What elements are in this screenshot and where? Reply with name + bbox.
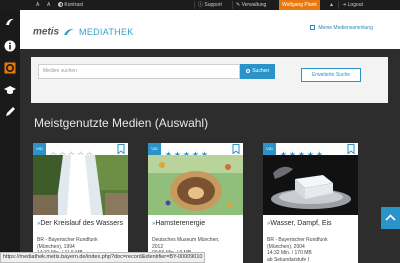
waterfall-image	[33, 155, 128, 215]
video-type-badge: VID	[148, 143, 161, 155]
video-type-badge: VID	[33, 143, 46, 155]
card-meta: BR - Bayerischer Rundfunk (München), 200…	[267, 237, 328, 263]
search-button[interactable]: Suchen	[240, 64, 275, 79]
top-bar: A A Kontrast ⓘ Support ✎ Verwaltung Wolf…	[0, 0, 400, 10]
info-icon: ⓘ	[198, 2, 204, 8]
user-menu[interactable]: Wolfgang Plank	[279, 0, 320, 10]
card-title[interactable]: »Hamsterenergie	[152, 220, 240, 228]
divider	[194, 1, 195, 9]
media-card[interactable]: VID ★ ★ ★ ★ ★ »Hamsterenergie Deutsches …	[148, 143, 243, 263]
font-smaller-button[interactable]: A	[36, 0, 39, 10]
logo-swoosh-icon	[63, 28, 74, 35]
media-card[interactable]: VID ☆☆☆☆☆ »Der Kreislauf des Wassers	[33, 143, 128, 263]
divider	[232, 1, 233, 9]
hamster-illustration	[148, 155, 243, 215]
card-title[interactable]: »Wasser, Dampf, Eis	[267, 220, 355, 228]
collection-icon	[310, 25, 315, 31]
my-collection-link[interactable]: Meine Mediensammlung	[310, 25, 373, 31]
chevron-up-icon	[385, 214, 396, 221]
video-type-badge: VID	[263, 143, 276, 155]
contrast-icon	[58, 2, 63, 8]
section-title: Meistgenutzte Medien (Auswahl)	[34, 116, 209, 130]
rating-stars[interactable]: ☆ ☆ ☆ ☆ ☆	[49, 144, 94, 159]
advanced-search-button[interactable]: Erweiterte Suche	[301, 68, 361, 82]
wrench-icon: ✎	[236, 2, 241, 8]
divider	[338, 1, 339, 9]
bookmark-icon[interactable]	[347, 144, 355, 154]
media-box-icon[interactable]	[4, 62, 16, 74]
info-icon[interactable]	[4, 40, 16, 52]
pen-icon[interactable]	[4, 106, 16, 118]
browser-status-bar: https://mediathek.metis.bayern.de/index.…	[0, 252, 206, 263]
logout-icon: ⇥	[342, 2, 347, 8]
card-header: VID ★ ★ ★ ★ ★	[148, 143, 243, 159]
main-content: metis MEDIATHEK Meine Mediensammlung Med…	[20, 10, 400, 263]
support-link[interactable]: ⓘ Support	[198, 0, 222, 10]
metis-mediathek-logo[interactable]: metis MEDIATHEK	[33, 23, 134, 37]
search-input[interactable]: Medien suchen	[38, 64, 240, 79]
bookmark-icon[interactable]	[232, 144, 240, 154]
logout-link[interactable]: ⇥ Logout	[342, 0, 363, 10]
ice-cube-image	[263, 155, 358, 215]
graduation-cap-icon[interactable]	[4, 84, 16, 96]
admin-link[interactable]: ✎ Verwaltung	[236, 0, 266, 10]
card-header: VID ★ ★ ★ ★ ★	[263, 143, 358, 159]
contrast-toggle[interactable]: Kontrast	[58, 0, 83, 10]
bookmark-icon[interactable]	[117, 144, 125, 154]
search-panel: Medien suchen Suchen Erweiterte Suche	[31, 57, 388, 103]
media-card[interactable]: VID ★★★★★ »Wasser, Dampf, Eis BR - B	[263, 143, 358, 263]
rating-stars[interactable]: ★ ★ ★ ★ ★	[279, 144, 324, 159]
card-header: VID ☆ ☆ ☆ ☆ ☆	[33, 143, 128, 159]
sidebar	[0, 10, 20, 263]
media-thumbnail[interactable]	[263, 155, 358, 215]
scroll-to-top-button[interactable]	[381, 207, 400, 229]
rating-stars[interactable]: ★ ★ ★ ★ ★	[164, 144, 209, 159]
card-title[interactable]: »Der Kreislauf des Wassers	[37, 220, 125, 228]
user-icon[interactable]: ▲	[329, 0, 334, 10]
media-thumbnail[interactable]	[33, 155, 128, 215]
header: metis MEDIATHEK Meine Mediensammlung	[20, 10, 400, 49]
font-larger-button[interactable]: A	[47, 0, 50, 10]
search-icon	[245, 68, 250, 73]
media-thumbnail[interactable]	[148, 155, 243, 215]
metis-logo-icon[interactable]	[4, 16, 16, 28]
